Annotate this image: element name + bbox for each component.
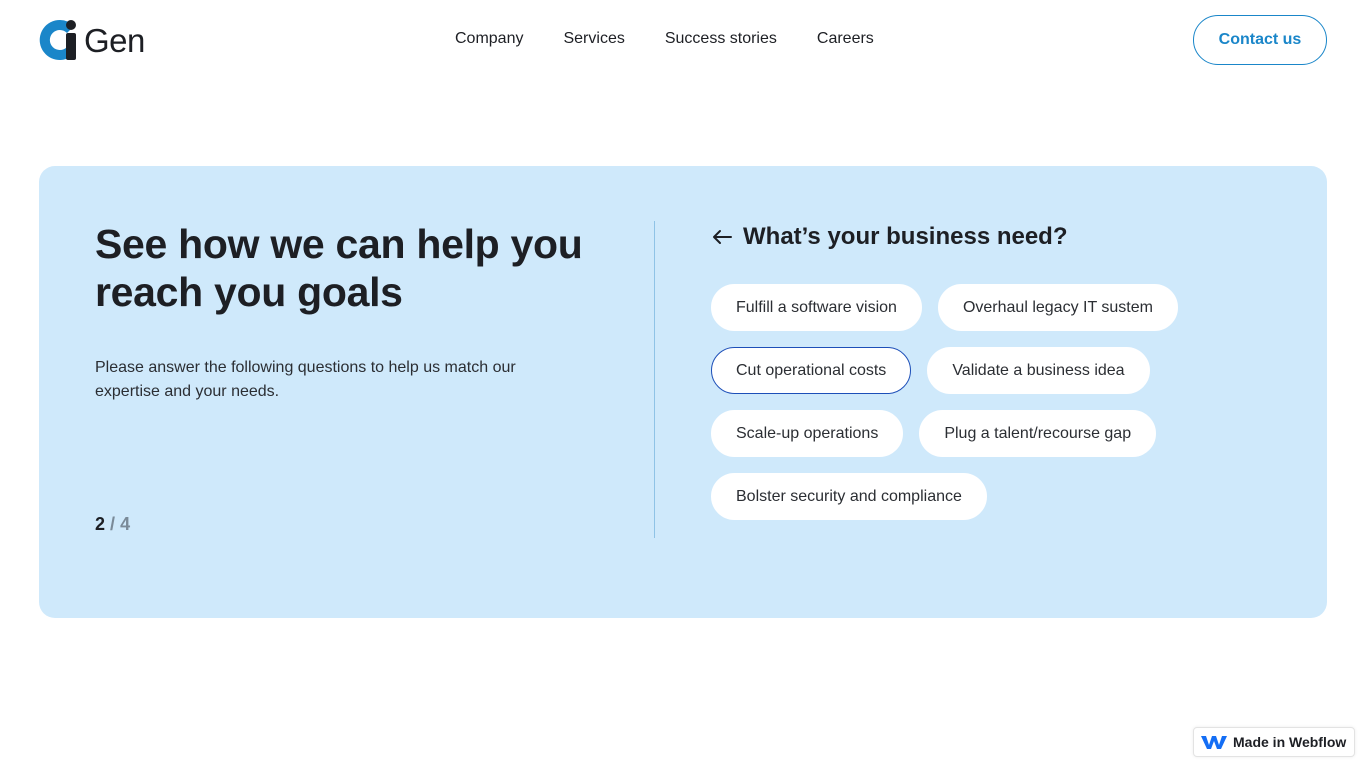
nav-careers[interactable]: Careers — [817, 29, 874, 49]
question-header: What’s your business need? — [711, 222, 1068, 252]
nav-company[interactable]: Company — [455, 29, 523, 49]
step-separator: / — [110, 514, 116, 534]
question-title: What’s your business need? — [743, 223, 1068, 250]
webflow-logo-icon — [1201, 736, 1227, 749]
option-validate-business-idea[interactable]: Validate a business idea — [927, 347, 1150, 394]
page-title: See how we can help you reach you goals — [95, 221, 583, 315]
badge-label: Made in Webflow — [1233, 734, 1347, 750]
option-plug-talent-gap[interactable]: Plug a talent/recourse gap — [919, 410, 1157, 457]
step-current: 2 — [95, 514, 106, 534]
option-overhaul-legacy-it[interactable]: Overhaul legacy IT sustem — [937, 284, 1178, 331]
nav-services[interactable]: Services — [563, 29, 624, 49]
main-nav: Company Services Success stories Careers — [455, 29, 874, 49]
option-list: Fulfill a software vision Overhaul legac… — [711, 284, 1231, 536]
questionnaire-card: See how we can help you reach you goals … — [39, 166, 1327, 618]
intro-description: Please answer the following questions to… — [95, 359, 516, 400]
logo-mark-icon — [39, 19, 76, 60]
option-scale-up-operations[interactable]: Scale-up operations — [711, 410, 904, 457]
nav-success-stories[interactable]: Success stories — [665, 29, 777, 49]
logo-text: Gen — [84, 21, 145, 59]
step-indicator: 2 / 4 — [95, 514, 130, 535]
step-total: 4 — [120, 514, 131, 534]
option-bolster-security[interactable]: Bolster security and compliance — [711, 473, 987, 520]
made-in-webflow-badge[interactable]: Made in Webflow — [1193, 727, 1355, 757]
option-cut-operational-costs[interactable]: Cut operational costs — [711, 347, 912, 394]
site-header: Gen Company Services Success stories Car… — [0, 0, 1366, 80]
logo[interactable]: Gen — [39, 19, 145, 61]
option-fulfill-software-vision[interactable]: Fulfill a software vision — [711, 284, 922, 331]
back-arrow-icon[interactable] — [711, 226, 733, 248]
question-panel: What’s your business need? Fulfill a sof… — [711, 222, 1178, 520]
intro-panel: See how we can help you reach you goals — [95, 220, 615, 316]
contact-us-button[interactable]: Contact us — [1193, 15, 1327, 65]
divider — [654, 221, 655, 538]
